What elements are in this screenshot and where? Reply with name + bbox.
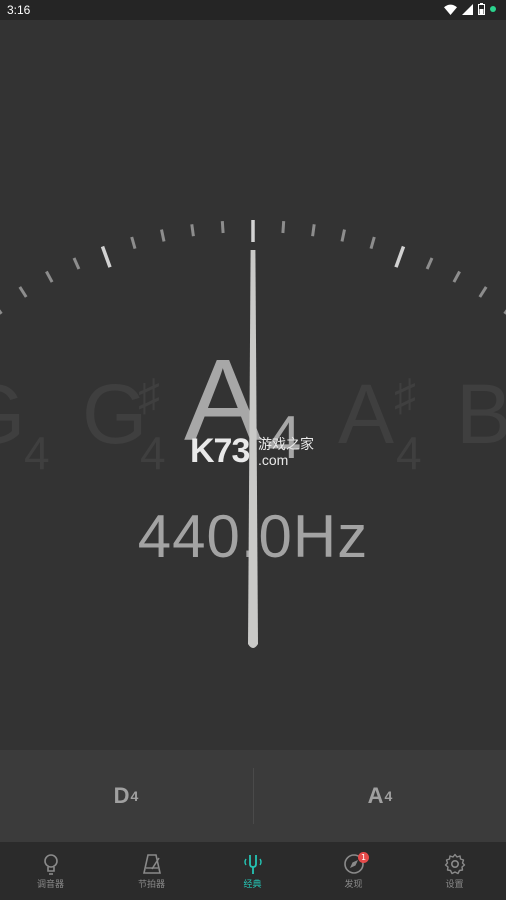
string-note: A — [367, 783, 384, 808]
tuning-fork-icon — [243, 855, 262, 874]
string-button-d4[interactable]: D4 — [0, 750, 252, 842]
tab-label: 经典 — [243, 880, 262, 890]
tab-classic[interactable]: 经典 — [202, 842, 303, 900]
note-sharp: ♯ — [394, 371, 416, 420]
watermark-domain: .com — [258, 452, 289, 468]
note-b: B — [456, 372, 506, 456]
dial-tick — [45, 270, 54, 283]
dial-tick — [160, 229, 166, 242]
note-g-sharp-4: G ♯ 4 — [82, 372, 166, 476]
string-octave: 4 — [130, 788, 139, 804]
tab-label: 调音器 — [36, 880, 64, 890]
note-sharp: ♯ — [138, 371, 160, 420]
dial-tick — [100, 245, 112, 268]
dial-tick — [0, 309, 3, 315]
note-g4: G 4 — [0, 372, 50, 476]
dial-tick — [281, 220, 286, 234]
string-note: D — [113, 783, 130, 808]
note-letter: G — [0, 367, 25, 461]
dial-tick — [130, 236, 137, 250]
string-button-a4[interactable]: A4 — [254, 750, 506, 842]
status-icons — [444, 3, 496, 15]
dial-tick — [369, 236, 376, 250]
tab-label: 设置 — [445, 880, 464, 890]
tab-label: 发现 — [344, 880, 363, 890]
note-octave: 4 — [24, 427, 50, 479]
wifi-icon — [444, 4, 457, 15]
note-octave: 4 — [396, 427, 422, 479]
dial-tick — [190, 224, 195, 237]
string-octave: 4 — [384, 788, 393, 804]
dial-tick — [452, 270, 461, 283]
tab-settings[interactable]: 设置 — [404, 842, 505, 900]
dial-tick — [311, 224, 316, 237]
dial-tick — [220, 220, 225, 234]
battery-icon — [478, 3, 485, 15]
dial-tick — [394, 245, 406, 268]
note-a-sharp-4: A ♯ 4 — [338, 372, 422, 476]
tab-metronome[interactable]: 节拍器 — [101, 842, 202, 900]
note-letter: B — [456, 367, 506, 461]
tuner-display: G 4 G ♯ 4 A 4 A ♯ 4 B 440.0Hz K73 游戏之家 .… — [0, 20, 506, 750]
dial-tick — [478, 286, 488, 298]
metronome-icon — [142, 854, 161, 874]
status-time: 3:16 — [7, 3, 31, 17]
note-octave: 4 — [140, 427, 166, 479]
lightbulb-icon — [43, 854, 58, 875]
dial-tick — [425, 257, 434, 270]
tab-label: 节拍器 — [137, 880, 165, 890]
string-selector: D4 A4 — [0, 750, 506, 842]
bottom-tab-bar: 调音器 节拍器 经典 1 发现 设置 — [0, 842, 506, 900]
note-letter: A — [338, 367, 395, 461]
frequency-readout: 440.0Hz — [137, 503, 369, 570]
dial-tick — [340, 229, 346, 242]
watermark-text: 游戏之家 — [258, 436, 314, 452]
status-bar: 3:16 — [0, 0, 506, 20]
signal-icon — [462, 3, 473, 15]
notification-dot-icon — [490, 6, 496, 12]
gear-icon — [444, 853, 465, 875]
notification-badge: 1 — [358, 852, 369, 863]
dial-tick — [72, 257, 81, 270]
tab-tuner[interactable]: 调音器 — [0, 842, 101, 900]
tab-discover[interactable]: 1 发现 — [303, 842, 404, 900]
watermark-logo: K73 — [190, 432, 250, 470]
dial-tick — [18, 286, 28, 298]
watermark: K73 游戏之家 .com — [190, 432, 314, 471]
